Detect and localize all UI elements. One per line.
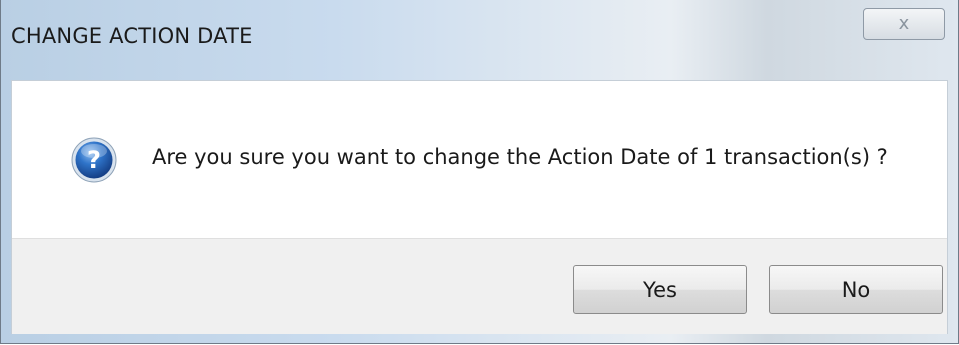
confirmation-message: Are you sure you want to change the Acti… (152, 145, 888, 169)
dialog-window: CHANGE ACTION DATE x ? Are you sure you … (0, 0, 959, 344)
svg-text:?: ? (87, 146, 101, 174)
dialog-title: CHANGE ACTION DATE (11, 24, 253, 48)
title-bar[interactable]: CHANGE ACTION DATE x (1, 0, 958, 80)
dialog-body: ? Are you sure you want to change the Ac… (11, 80, 948, 334)
close-icon: x (898, 13, 910, 34)
question-icon: ? (70, 136, 118, 184)
message-area: ? Are you sure you want to change the Ac… (12, 81, 947, 238)
no-button[interactable]: No (769, 265, 943, 314)
yes-button[interactable]: Yes (573, 265, 747, 314)
close-button[interactable]: x (863, 8, 945, 40)
button-bar: Yes No (12, 238, 947, 334)
